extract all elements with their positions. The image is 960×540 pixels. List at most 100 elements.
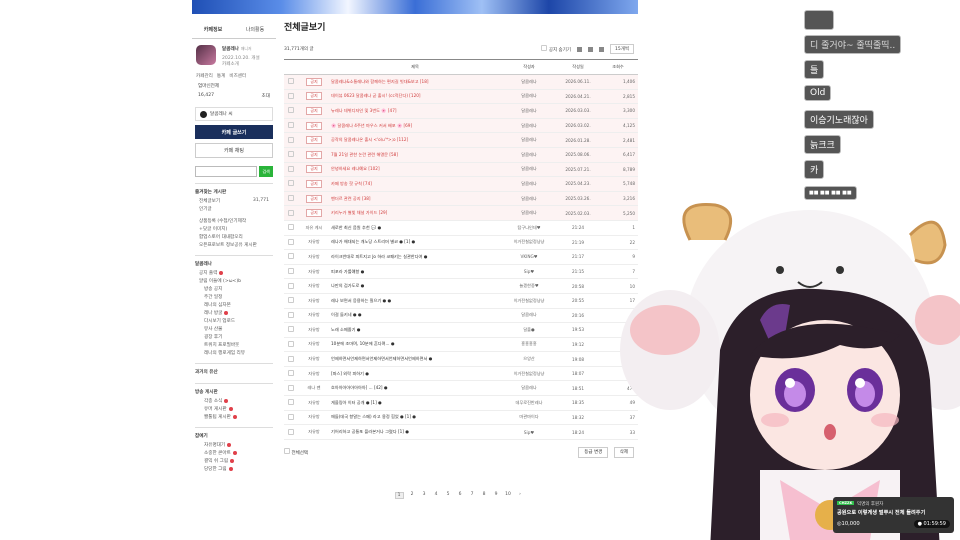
board-link[interactable]: 굉장 후기	[195, 333, 273, 341]
post-title[interactable]: 🌸 달콤레나 4주년 마우스 커서 배포 🌸 [69]	[330, 118, 500, 134]
row-checkbox[interactable]	[288, 340, 294, 347]
post-title[interactable]: 10분에 조마며, 10분에 흔다며... ●	[330, 337, 500, 353]
write-post-button[interactable]: 카페 글쓰기	[195, 125, 273, 139]
board-link[interactable]: 다시보기 업로드	[195, 317, 273, 325]
post-title[interactable]: 카페 방송 핫 규칙 [74]	[330, 176, 500, 192]
board-link[interactable]: 짤툴팁 게시판	[195, 413, 273, 421]
page-link[interactable]: 5	[445, 492, 452, 499]
row-checkbox[interactable]	[288, 384, 294, 391]
board-link[interactable]: 알림 이들에 (>ω<)b	[195, 277, 273, 285]
search-button[interactable]: 검색	[259, 166, 273, 177]
board-link[interactable]: 공지 출력	[195, 269, 273, 277]
page-link[interactable]: 3	[421, 492, 428, 499]
my-profile[interactable]: 달콤레나 씨	[195, 107, 273, 121]
profile-intro-link[interactable]: 카페소개	[222, 61, 239, 67]
post-title[interactable]: 7월 21일 관한 논란 관련 해명문 [58]	[330, 147, 500, 163]
board-link[interactable]: 합업스토어 대내팝오리	[195, 233, 273, 241]
list-view-icon[interactable]	[576, 46, 582, 52]
table-row[interactable]: 자유방 나만의 검가도로 ● 늘겠한중♥ 20:58 10	[284, 278, 638, 294]
post-title[interactable]: 나만의 검가도로 ●	[330, 278, 500, 294]
invite-link[interactable]: 초대	[262, 93, 270, 99]
table-row[interactable]: 공지 벤더르 관련 공지 [38] 달콤레나 2025.03.26. 3,216	[284, 191, 638, 207]
post-title[interactable]: 피포라 가를얘항 ●	[330, 264, 500, 280]
row-checkbox[interactable]	[288, 413, 294, 420]
card-view-icon[interactable]	[587, 46, 593, 52]
section-title[interactable]: 잡예기	[195, 431, 273, 441]
cafe-search-input[interactable]	[195, 166, 258, 177]
table-row[interactable]: 자유방 피포라 가를얘항 ● Sip♥ 21:15 7	[284, 264, 638, 280]
table-row[interactable]: 레나 팬 흐아아아아아아아아[ ... [42] ● 달콤레나 18:51 479	[284, 380, 638, 397]
table-row[interactable]: 자유방 기어리하고 공통포 플라본거나 그렸다 [1] ● Sip♥ 18:24 33	[284, 424, 638, 440]
row-checkbox[interactable]	[288, 92, 294, 99]
board-link[interactable]: 주간 일정	[195, 293, 273, 301]
board-link[interactable]: 상품등록 (수첩/인기제작	[195, 217, 273, 225]
page-link[interactable]: 10	[505, 492, 512, 499]
board-link[interactable]: 레나 방굴	[195, 309, 273, 317]
post-title[interactable]: 노래 소메즐기 ●	[330, 322, 500, 338]
post-title[interactable]: 뉴레나 데뷔디자인 및 3번도 🌸 [47]	[330, 103, 500, 119]
row-checkbox[interactable]	[288, 268, 294, 275]
row-checkbox[interactable]	[288, 282, 294, 289]
table-row[interactable]: 공지 뉴레나 데뷔디자인 및 3번도 🌸 [47] 달콤레나 2026.03.03. 3…	[284, 103, 638, 119]
row-checkbox[interactable]	[288, 136, 294, 143]
row-checkbox[interactable]	[288, 311, 294, 318]
table-row[interactable]: 공지 🌸 달콤레나 4주년 마우스 커서 배포 🌸 [69] 달콤레나 2026.03…	[284, 118, 638, 134]
board-link[interactable]: 각종 소식	[195, 397, 273, 405]
album-view-icon[interactable]	[598, 46, 604, 52]
post-title[interactable]: 기어리하고 공통포 플라본거나 그렸다 [1] ●	[330, 424, 500, 440]
table-row[interactable]: 공지 7월 21일 관한 논란 관련 해명문 [58] 달콤레나 2025.08.06…	[284, 147, 638, 163]
table-row[interactable]: 자유방 애들(데국 항말는 스페) 라고 용정 힘었 ● [1] ● 마관마이다 18…	[284, 410, 638, 426]
row-checkbox[interactable]	[288, 180, 294, 187]
table-row[interactable]: 자유방노래 소메즐기 ●달출●19:5316	[284, 322, 638, 338]
page-link[interactable]: 8	[481, 492, 488, 499]
table-row[interactable]: 공지 달콤레나&소통레나와 함께하는 편지길 빗대&보고 [18] 달콤레나 2026…	[284, 74, 638, 90]
post-title[interactable]: 키리누가 별빛 채널 가이드 [29]	[330, 205, 500, 221]
table-row[interactable]: 자유방 레나 보면서 응용하는 필으기 ● ● 이거전칠없정냥냥 20:55 17	[284, 293, 638, 309]
row-checkbox[interactable]	[288, 253, 294, 260]
post-title[interactable]: 게을링아 이터 공개 ● [1] ●	[330, 395, 500, 411]
post-title[interactable]: [파스] 외락 피하기 ●	[330, 366, 500, 382]
cafe-chat-button[interactable]: 카페 채팅	[195, 143, 273, 158]
select-all-checkbox[interactable]: 전체선택	[284, 447, 308, 456]
row-checkbox[interactable]	[288, 122, 294, 129]
post-title[interactable]: 언제하면서언제하면서언제하면서언제하면서언제하면서 ●	[330, 351, 500, 367]
row-checkbox[interactable]	[288, 165, 294, 172]
row-checkbox[interactable]	[288, 297, 294, 304]
row-checkbox[interactable]	[288, 238, 294, 245]
post-title[interactable]: 이걸 들키네 ● ●	[330, 308, 500, 324]
post-title[interactable]: 레나 보면서 응용하는 필으기 ● ●	[330, 293, 500, 309]
table-row[interactable]: 공지 안녕하세요 레나예요 [102] 달콤레나 2025.07.21. 8,789	[284, 162, 638, 178]
post-title[interactable]: 새로한 최신 음원 추천 💬 ●	[330, 220, 500, 236]
row-checkbox[interactable]	[288, 195, 294, 202]
cafe-avatar[interactable]	[196, 45, 216, 65]
board-link[interactable]: 당당한 그림	[195, 465, 273, 473]
per-page-select[interactable]: 15개씩	[609, 44, 634, 54]
page-link[interactable]: ›	[517, 492, 524, 499]
post-title[interactable]: 라이크반대로 피트지고 Jo 하라 코패키는 실관한다여 ●	[330, 249, 500, 265]
board-link[interactable]: 오픈프로보트 정보공유 게시판	[195, 241, 273, 249]
section-title[interactable]: 과거의 유산	[195, 367, 273, 377]
post-title[interactable]: 공작의 달콤레나온 출시 <'o\u'*>;o [112]	[330, 132, 500, 148]
section-title[interactable]: 달콤레나	[195, 259, 273, 269]
row-checkbox[interactable]	[288, 326, 294, 333]
row-checkbox[interactable]	[288, 151, 294, 158]
post-title[interactable]: 흐아아아아아아아아[ ... [42] ●	[330, 380, 500, 397]
post-title[interactable]: 벤더르 관련 공지 [38]	[330, 191, 500, 207]
table-row[interactable]: 자유방[파스] 외락 피하기 ●이거전칠없정냥냥18:0757	[284, 366, 638, 382]
board-link-popular[interactable]: 인기글	[195, 205, 273, 213]
board-link-all[interactable]: 전체글보기 31,771	[195, 197, 273, 205]
row-checkbox[interactable]	[288, 224, 294, 231]
table-row[interactable]: 자유방10분에 조마며, 10분에 흔다며... ●흥흥흥흥19:1222	[284, 337, 638, 353]
page-link[interactable]: 2	[409, 492, 416, 499]
manage-link[interactable]: 카페관리	[196, 73, 213, 79]
board-link[interactable]: 트위치 프로필바웃	[195, 341, 273, 349]
hide-notice-toggle[interactable]: 공지 숨기기	[541, 45, 571, 53]
page-link[interactable]: 1	[394, 491, 404, 499]
page-link[interactable]: 7	[469, 492, 476, 499]
board-link[interactable]: 뮤사 산물	[195, 325, 273, 333]
row-checkbox[interactable]	[288, 399, 294, 406]
row-checkbox[interactable]	[288, 107, 294, 114]
post-title[interactable]: 레나가 해대되는 개노당 스트리머 별코 ● [1] ●	[330, 235, 500, 251]
tab-cafe-info[interactable]: 카페정보	[192, 26, 234, 33]
table-row[interactable]: 공지 공작의 달콤레나온 출시 <'o\u'*>;o [112] 달콤레나 2026.…	[284, 132, 638, 148]
